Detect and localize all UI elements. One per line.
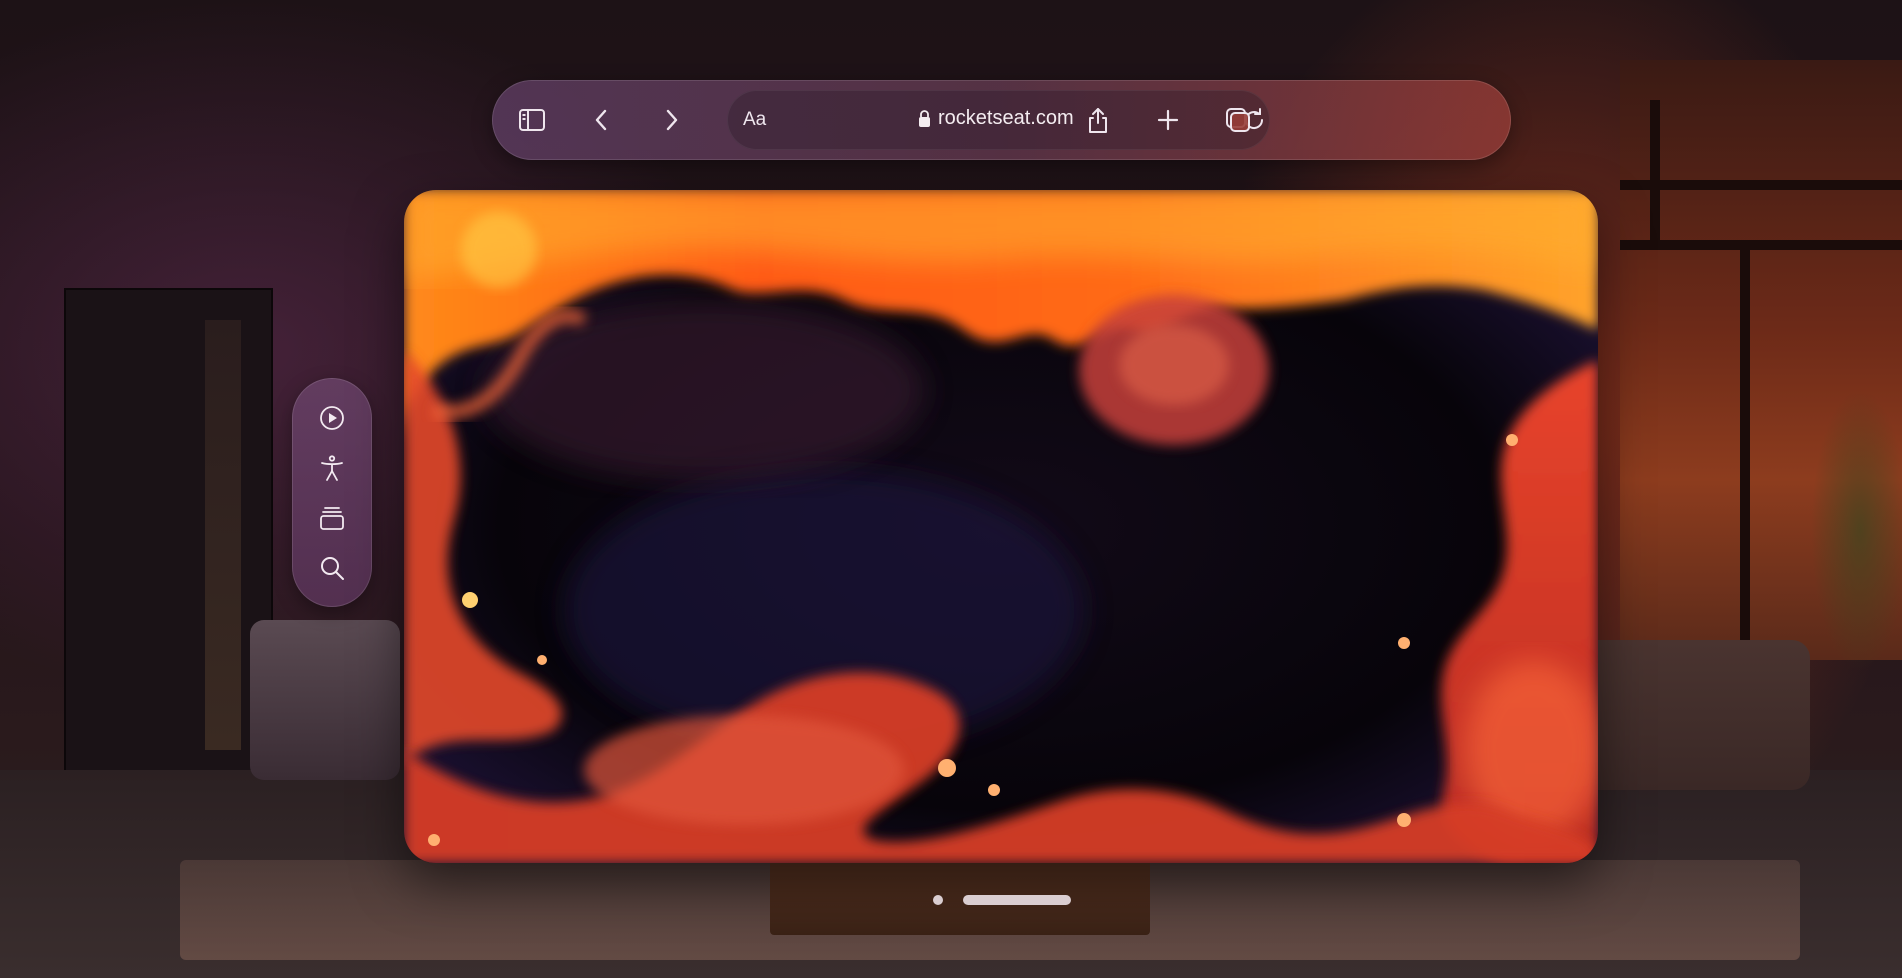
fluid-animation [404,190,1598,863]
search-icon[interactable] [317,553,347,583]
sofa [1580,640,1810,790]
window-frame [1620,180,1902,190]
chevron-right-icon[interactable] [655,104,687,136]
accessibility-icon[interactable] [317,453,347,483]
window-grab-bar[interactable] [963,895,1071,905]
web-content-view[interactable] [404,190,1598,863]
reader-mode-button[interactable]: Aa [743,109,766,131]
tv-stand [770,855,1150,935]
address-bar[interactable]: Aa rocketseat.com [727,90,1270,150]
plus-icon[interactable] [1152,104,1184,136]
play-icon[interactable] [317,403,347,433]
share-icon[interactable] [1082,104,1114,136]
stack-icon[interactable] [317,503,347,533]
chair [250,620,400,780]
window-close-dot[interactable] [933,895,943,905]
sidebar-icon[interactable] [516,104,548,136]
window-frame [1740,240,1750,660]
plant [1790,330,1902,790]
window-frame [1620,240,1902,250]
door-glass [205,320,241,750]
door [64,288,273,772]
browser-toolbar: Aa rocketseat.com [492,80,1511,160]
tabs-icon[interactable] [1222,104,1254,136]
url-text: rocketseat.com [938,107,1074,129]
side-ornament-panel [292,378,372,607]
url-display[interactable]: rocketseat.com [917,107,1074,130]
lock-icon [919,110,930,127]
window-frame [1650,100,1660,240]
chevron-left-icon[interactable] [586,104,618,136]
